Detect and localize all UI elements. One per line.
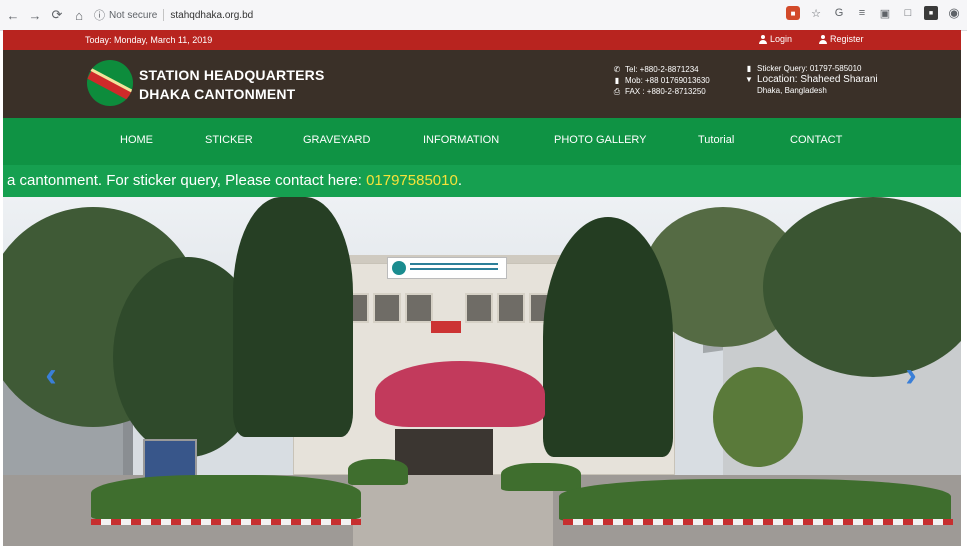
mob-text: Mob: +88 01769013630 bbox=[625, 76, 710, 85]
current-date: Today: Monday, March 11, 2019 bbox=[85, 35, 213, 45]
location-row: ▼ Location: Shaheed Sharani bbox=[745, 74, 878, 85]
dark-extension-icon[interactable]: ■ bbox=[924, 6, 938, 20]
city-text: Dhaka, Bangladesh bbox=[757, 86, 827, 95]
chevron-left-icon[interactable]: ‹ bbox=[41, 355, 61, 395]
location-text: Location: Shaheed Sharani bbox=[757, 74, 878, 85]
mobile-icon: ▮ bbox=[614, 76, 620, 85]
site-title-line2: DHAKA CANTONMENT bbox=[139, 86, 296, 102]
tel-text: Tel: +880-2-8871234 bbox=[625, 65, 699, 74]
site-header: STATION HEADQUARTERS DHAKA CANTONMENT ✆ … bbox=[3, 50, 961, 118]
back-icon[interactable]: ← bbox=[4, 6, 22, 24]
site-title[interactable]: STATION HEADQUARTERS DHAKA CANTONMENT bbox=[139, 66, 324, 104]
bookmark-star-icon[interactable]: ☆ bbox=[809, 6, 823, 20]
sticker-icon: ▮ bbox=[746, 64, 752, 73]
reload-icon[interactable]: ⟳ bbox=[48, 6, 66, 24]
browser-tools: ■ ☆ G ≡ ▣ □ ■ ◉ bbox=[786, 5, 961, 20]
fax-text: FAX : +880-2-8713250 bbox=[625, 87, 706, 96]
user-icon bbox=[759, 34, 767, 44]
browser-toolbar: ← → ⟳ ⌂ ⓘ Not secure stahqdhaka.org.bd ■… bbox=[0, 0, 967, 31]
fax-row: ⎙ FAX : +880-2-8713250 bbox=[613, 86, 710, 97]
sticker-query-row: ▮ Sticker Query: 01797-585010 bbox=[745, 63, 878, 74]
sticker-query-text: Sticker Query: 01797-585010 bbox=[757, 64, 862, 73]
translate-icon[interactable]: ▣ bbox=[878, 6, 892, 20]
address-bar[interactable]: ⓘ Not secure stahqdhaka.org.bd bbox=[94, 5, 744, 25]
reader-icon[interactable]: ≡ bbox=[855, 6, 869, 20]
user-plus-icon bbox=[819, 34, 827, 44]
contact-location: ▮ Sticker Query: 01797-585010 ▼ Location… bbox=[745, 63, 878, 96]
chevron-right-icon[interactable]: › bbox=[901, 355, 921, 395]
map-pin-icon: ▼ bbox=[745, 75, 753, 84]
nav-item-sticker[interactable]: STICKER bbox=[205, 134, 253, 146]
nav-item-graveyard[interactable]: GRAVEYARD bbox=[303, 134, 370, 146]
nav-item-photo-gallery[interactable]: PHOTO GALLERY bbox=[554, 134, 647, 146]
city-row: Dhaka, Bangladesh bbox=[745, 85, 878, 96]
mob-row: ▮ Mob: +88 01769013630 bbox=[613, 75, 710, 86]
fax-icon: ⎙ bbox=[613, 87, 621, 96]
login-link[interactable]: Login bbox=[759, 34, 792, 44]
hero-carousel: ‹ › bbox=[3, 197, 961, 546]
site-title-line1: STATION HEADQUARTERS bbox=[139, 67, 325, 83]
register-link[interactable]: Register bbox=[819, 34, 864, 44]
tel-row: ✆ Tel: +880-2-8871234 bbox=[613, 64, 710, 75]
nav-item-information[interactable]: INFORMATION bbox=[423, 134, 499, 146]
nav-item-tutorial[interactable]: Tutorial bbox=[698, 134, 734, 146]
home-icon[interactable]: ⌂ bbox=[70, 6, 88, 24]
screenshot-icon[interactable]: □ bbox=[901, 6, 915, 20]
page: ← → ⟳ ⌂ ⓘ Not secure stahqdhaka.org.bd ■… bbox=[0, 0, 967, 546]
ticker-message: a cantonment. For sticker query, Please … bbox=[7, 172, 462, 189]
login-label: Login bbox=[770, 34, 793, 44]
forward-icon[interactable]: → bbox=[26, 6, 44, 24]
register-label: Register bbox=[830, 34, 864, 44]
main-gate bbox=[395, 429, 493, 475]
info-icon[interactable]: ⓘ bbox=[94, 7, 105, 23]
building-sign bbox=[387, 257, 507, 279]
google-icon[interactable]: G bbox=[832, 6, 846, 20]
site-logo[interactable] bbox=[87, 60, 133, 106]
extension-icon[interactable]: ■ bbox=[786, 6, 800, 20]
url-text[interactable]: stahqdhaka.org.bd bbox=[170, 10, 253, 21]
security-label: Not secure bbox=[109, 9, 158, 21]
news-ticker: a cantonment. For sticker query, Please … bbox=[3, 165, 961, 197]
phone-icon: ✆ bbox=[613, 65, 621, 74]
nav-item-contact[interactable]: CONTACT bbox=[790, 134, 842, 146]
top-info-bar: Today: Monday, March 11, 2019 Login Regi… bbox=[3, 30, 961, 50]
divider bbox=[163, 9, 165, 21]
nav-item-home[interactable]: HOME bbox=[120, 134, 153, 146]
main-nav: HOME STICKER GRAVEYARD INFORMATION PHOTO… bbox=[3, 118, 961, 165]
ticker-phone: 01797585010 bbox=[366, 172, 458, 189]
profile-icon[interactable]: ◉ bbox=[947, 5, 961, 20]
contact-phones: ✆ Tel: +880-2-8871234 ▮ Mob: +88 0176901… bbox=[613, 64, 710, 97]
